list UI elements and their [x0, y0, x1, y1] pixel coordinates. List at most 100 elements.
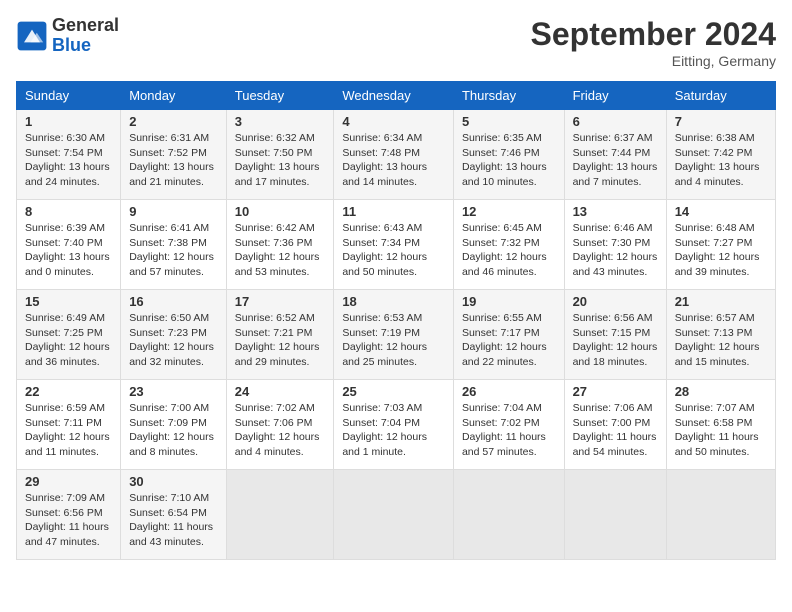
- day-info: Sunrise: 7:02 AMSunset: 7:06 PMDaylight:…: [235, 402, 320, 458]
- calendar-day-6: 6 Sunrise: 6:37 AMSunset: 7:44 PMDayligh…: [564, 110, 666, 200]
- calendar-day-13: 13 Sunrise: 6:46 AMSunset: 7:30 PMDaylig…: [564, 200, 666, 290]
- day-info: Sunrise: 7:09 AMSunset: 6:56 PMDaylight:…: [25, 492, 109, 548]
- calendar-day-23: 23 Sunrise: 7:00 AMSunset: 7:09 PMDaylig…: [121, 380, 227, 470]
- day-info: Sunrise: 6:49 AMSunset: 7:25 PMDaylight:…: [25, 312, 110, 368]
- day-number: 8: [25, 204, 112, 219]
- location: Eitting, Germany: [531, 53, 776, 69]
- calendar-day-14: 14 Sunrise: 6:48 AMSunset: 7:27 PMDaylig…: [666, 200, 775, 290]
- calendar-header-row: SundayMondayTuesdayWednesdayThursdayFrid…: [17, 82, 776, 110]
- calendar-day-18: 18 Sunrise: 6:53 AMSunset: 7:19 PMDaylig…: [334, 290, 454, 380]
- calendar-day-29: 29 Sunrise: 7:09 AMSunset: 6:56 PMDaylig…: [17, 470, 121, 560]
- calendar-day-9: 9 Sunrise: 6:41 AMSunset: 7:38 PMDayligh…: [121, 200, 227, 290]
- calendar-day-20: 20 Sunrise: 6:56 AMSunset: 7:15 PMDaylig…: [564, 290, 666, 380]
- calendar-day-11: 11 Sunrise: 6:43 AMSunset: 7:34 PMDaylig…: [334, 200, 454, 290]
- day-info: Sunrise: 6:48 AMSunset: 7:27 PMDaylight:…: [675, 222, 760, 278]
- calendar-week-4: 22 Sunrise: 6:59 AMSunset: 7:11 PMDaylig…: [17, 380, 776, 470]
- day-info: Sunrise: 6:57 AMSunset: 7:13 PMDaylight:…: [675, 312, 760, 368]
- header-saturday: Saturday: [666, 82, 775, 110]
- day-info: Sunrise: 6:45 AMSunset: 7:32 PMDaylight:…: [462, 222, 547, 278]
- calendar-day-8: 8 Sunrise: 6:39 AMSunset: 7:40 PMDayligh…: [17, 200, 121, 290]
- calendar-day-19: 19 Sunrise: 6:55 AMSunset: 7:17 PMDaylig…: [453, 290, 564, 380]
- empty-cell: [666, 470, 775, 560]
- day-info: Sunrise: 6:38 AMSunset: 7:42 PMDaylight:…: [675, 132, 760, 188]
- header-monday: Monday: [121, 82, 227, 110]
- day-info: Sunrise: 6:52 AMSunset: 7:21 PMDaylight:…: [235, 312, 320, 368]
- day-number: 27: [573, 384, 658, 399]
- day-number: 3: [235, 114, 326, 129]
- header-wednesday: Wednesday: [334, 82, 454, 110]
- day-number: 7: [675, 114, 767, 129]
- calendar-day-4: 4 Sunrise: 6:34 AMSunset: 7:48 PMDayligh…: [334, 110, 454, 200]
- calendar-day-26: 26 Sunrise: 7:04 AMSunset: 7:02 PMDaylig…: [453, 380, 564, 470]
- day-number: 30: [129, 474, 218, 489]
- calendar-day-7: 7 Sunrise: 6:38 AMSunset: 7:42 PMDayligh…: [666, 110, 775, 200]
- day-number: 11: [342, 204, 445, 219]
- day-info: Sunrise: 6:43 AMSunset: 7:34 PMDaylight:…: [342, 222, 427, 278]
- logo: General Blue: [16, 16, 119, 56]
- day-number: 29: [25, 474, 112, 489]
- month-title: September 2024: [531, 16, 776, 53]
- day-number: 1: [25, 114, 112, 129]
- calendar-day-22: 22 Sunrise: 6:59 AMSunset: 7:11 PMDaylig…: [17, 380, 121, 470]
- day-info: Sunrise: 7:03 AMSunset: 7:04 PMDaylight:…: [342, 402, 427, 458]
- day-info: Sunrise: 7:06 AMSunset: 7:00 PMDaylight:…: [573, 402, 657, 458]
- calendar-day-3: 3 Sunrise: 6:32 AMSunset: 7:50 PMDayligh…: [226, 110, 334, 200]
- day-number: 12: [462, 204, 556, 219]
- calendar-week-5: 29 Sunrise: 7:09 AMSunset: 6:56 PMDaylig…: [17, 470, 776, 560]
- logo-blue: Blue: [52, 35, 91, 55]
- day-info: Sunrise: 6:39 AMSunset: 7:40 PMDaylight:…: [25, 222, 110, 278]
- day-info: Sunrise: 7:10 AMSunset: 6:54 PMDaylight:…: [129, 492, 213, 548]
- calendar-week-2: 8 Sunrise: 6:39 AMSunset: 7:40 PMDayligh…: [17, 200, 776, 290]
- calendar-day-27: 27 Sunrise: 7:06 AMSunset: 7:00 PMDaylig…: [564, 380, 666, 470]
- calendar-day-12: 12 Sunrise: 6:45 AMSunset: 7:32 PMDaylig…: [453, 200, 564, 290]
- day-info: Sunrise: 7:04 AMSunset: 7:02 PMDaylight:…: [462, 402, 546, 458]
- logo-general: General: [52, 15, 119, 35]
- day-number: 23: [129, 384, 218, 399]
- day-number: 17: [235, 294, 326, 309]
- day-number: 19: [462, 294, 556, 309]
- day-number: 5: [462, 114, 556, 129]
- day-info: Sunrise: 6:41 AMSunset: 7:38 PMDaylight:…: [129, 222, 214, 278]
- calendar-day-17: 17 Sunrise: 6:52 AMSunset: 7:21 PMDaylig…: [226, 290, 334, 380]
- calendar-day-25: 25 Sunrise: 7:03 AMSunset: 7:04 PMDaylig…: [334, 380, 454, 470]
- day-info: Sunrise: 6:37 AMSunset: 7:44 PMDaylight:…: [573, 132, 658, 188]
- calendar-day-10: 10 Sunrise: 6:42 AMSunset: 7:36 PMDaylig…: [226, 200, 334, 290]
- day-info: Sunrise: 6:55 AMSunset: 7:17 PMDaylight:…: [462, 312, 547, 368]
- day-info: Sunrise: 6:59 AMSunset: 7:11 PMDaylight:…: [25, 402, 110, 458]
- day-number: 4: [342, 114, 445, 129]
- day-number: 24: [235, 384, 326, 399]
- logo-text: General Blue: [52, 16, 119, 56]
- day-info: Sunrise: 6:42 AMSunset: 7:36 PMDaylight:…: [235, 222, 320, 278]
- day-number: 13: [573, 204, 658, 219]
- calendar-day-2: 2 Sunrise: 6:31 AMSunset: 7:52 PMDayligh…: [121, 110, 227, 200]
- day-number: 25: [342, 384, 445, 399]
- header-friday: Friday: [564, 82, 666, 110]
- empty-cell: [226, 470, 334, 560]
- logo-icon: [16, 20, 48, 52]
- day-info: Sunrise: 6:32 AMSunset: 7:50 PMDaylight:…: [235, 132, 320, 188]
- day-info: Sunrise: 6:50 AMSunset: 7:23 PMDaylight:…: [129, 312, 214, 368]
- page-header: General Blue September 2024 Eitting, Ger…: [16, 16, 776, 69]
- day-number: 26: [462, 384, 556, 399]
- calendar-day-1: 1 Sunrise: 6:30 AMSunset: 7:54 PMDayligh…: [17, 110, 121, 200]
- day-number: 28: [675, 384, 767, 399]
- day-number: 9: [129, 204, 218, 219]
- day-info: Sunrise: 7:07 AMSunset: 6:58 PMDaylight:…: [675, 402, 759, 458]
- day-info: Sunrise: 6:53 AMSunset: 7:19 PMDaylight:…: [342, 312, 427, 368]
- calendar-week-3: 15 Sunrise: 6:49 AMSunset: 7:25 PMDaylig…: [17, 290, 776, 380]
- calendar-week-1: 1 Sunrise: 6:30 AMSunset: 7:54 PMDayligh…: [17, 110, 776, 200]
- header-sunday: Sunday: [17, 82, 121, 110]
- header-thursday: Thursday: [453, 82, 564, 110]
- calendar-table: SundayMondayTuesdayWednesdayThursdayFrid…: [16, 81, 776, 560]
- day-info: Sunrise: 6:46 AMSunset: 7:30 PMDaylight:…: [573, 222, 658, 278]
- day-info: Sunrise: 6:56 AMSunset: 7:15 PMDaylight:…: [573, 312, 658, 368]
- title-block: September 2024 Eitting, Germany: [531, 16, 776, 69]
- day-number: 6: [573, 114, 658, 129]
- calendar-day-5: 5 Sunrise: 6:35 AMSunset: 7:46 PMDayligh…: [453, 110, 564, 200]
- day-number: 20: [573, 294, 658, 309]
- empty-cell: [453, 470, 564, 560]
- day-info: Sunrise: 7:00 AMSunset: 7:09 PMDaylight:…: [129, 402, 214, 458]
- empty-cell: [564, 470, 666, 560]
- calendar-day-16: 16 Sunrise: 6:50 AMSunset: 7:23 PMDaylig…: [121, 290, 227, 380]
- day-number: 10: [235, 204, 326, 219]
